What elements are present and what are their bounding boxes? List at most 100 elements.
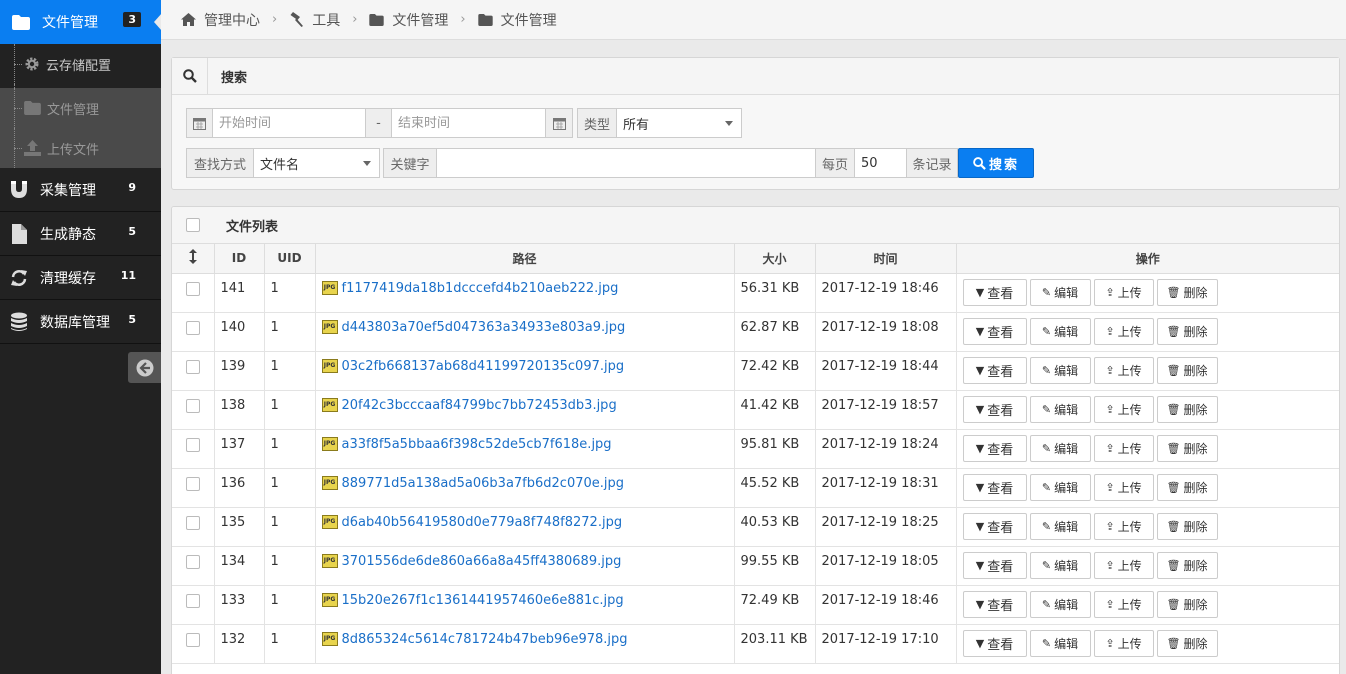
row-checkbox[interactable]: [172, 428, 215, 469]
delete-button[interactable]: 🗑 删除: [1156, 551, 1218, 579]
delete-button[interactable]: 🗑 删除: [1156, 590, 1218, 618]
file-link[interactable]: 8d865324c5614c781724b47beb96e978.jpg: [342, 632, 628, 647]
upload-button[interactable]: ⇪ 上传: [1093, 395, 1154, 423]
file-link[interactable]: f1177419da18b1dcccefd4b210aeb222.jpg: [342, 281, 619, 296]
row-checkbox[interactable]: [172, 272, 215, 313]
column-header-time[interactable]: 时间: [814, 244, 957, 274]
upload-button[interactable]: ⇪ 上传: [1093, 317, 1154, 345]
keyword-input[interactable]: [443, 155, 815, 171]
sidebar-item-file-manage[interactable]: 文件管理 3: [0, 0, 162, 44]
column-header-id[interactable]: ID: [213, 244, 265, 274]
sidebar-collapse-button[interactable]: [128, 352, 161, 383]
view-button[interactable]: ▼ 查看: [962, 551, 1027, 579]
table-row: 141 1 JPG f1177419da18b1dcccefd4b210aeb22…: [172, 272, 1339, 313]
jpg-file-icon: JPG: [321, 359, 338, 373]
sidebar-item-database[interactable]: 数据库管理 5: [0, 300, 161, 344]
file-link[interactable]: 15b20e267f1c1361441957460e6e881c.jpg: [342, 593, 624, 608]
per-page-field[interactable]: [855, 148, 907, 178]
sidebar-subitem-file-manage[interactable]: 文件管理: [0, 88, 161, 128]
delete-button[interactable]: 🗑 删除: [1156, 512, 1218, 540]
view-button[interactable]: ▼ 查看: [962, 278, 1027, 306]
upload-button[interactable]: ⇪ 上传: [1093, 356, 1154, 384]
row-checkbox[interactable]: [172, 467, 215, 508]
select-all-checkbox[interactable]: [172, 207, 214, 243]
row-checkbox[interactable]: [172, 623, 215, 664]
breadcrumb-tools[interactable]: 工具: [289, 10, 340, 30]
delete-button[interactable]: 🗑 删除: [1156, 395, 1218, 423]
upload-button[interactable]: ⇪ 上传: [1093, 434, 1154, 462]
delete-button[interactable]: 🗑 删除: [1156, 629, 1218, 657]
sidebar-item-clear-cache[interactable]: 清理缓存 11: [0, 256, 161, 300]
view-button[interactable]: ▼ 查看: [962, 395, 1027, 423]
breadcrumb-file-manage[interactable]: 文件管理: [369, 10, 448, 30]
keyword-field[interactable]: [437, 148, 816, 178]
sort-icon[interactable]: [172, 244, 215, 274]
upload-button[interactable]: ⇪ 上传: [1093, 473, 1154, 501]
upload-button[interactable]: ⇪ 上传: [1093, 278, 1154, 306]
view-button[interactable]: ▼ 查看: [962, 473, 1027, 501]
calendar-icon[interactable]: [546, 108, 573, 138]
view-button[interactable]: ▼ 查看: [962, 317, 1027, 345]
view-button[interactable]: ▼ 查看: [962, 629, 1027, 657]
upload-button-label: 上传: [1117, 597, 1142, 612]
upload-button[interactable]: ⇪ 上传: [1093, 590, 1154, 618]
view-button[interactable]: ▼ 查看: [962, 590, 1027, 618]
edit-button[interactable]: ✎ 编辑: [1029, 590, 1091, 618]
row-checkbox[interactable]: [172, 389, 215, 430]
delete-button[interactable]: 🗑 删除: [1156, 278, 1218, 306]
view-button-label: 查看: [987, 442, 1014, 458]
file-link[interactable]: a33f8f5a5bbaa6f398c52de5cb7f618e.jpg: [342, 437, 612, 452]
search-method-select[interactable]: 文件名: [254, 148, 380, 178]
upload-button[interactable]: ⇪ 上传: [1093, 629, 1154, 657]
view-button[interactable]: ▼ 查看: [962, 434, 1027, 462]
delete-button[interactable]: 🗑 删除: [1156, 356, 1218, 384]
row-checkbox[interactable]: [172, 311, 215, 352]
delete-button[interactable]: 🗑 删除: [1156, 473, 1218, 501]
file-link[interactable]: 889771d5a138ad5a06b3a7fb6d2c070e.jpg: [342, 476, 625, 491]
row-checkbox[interactable]: [172, 584, 215, 625]
per-page-input[interactable]: [861, 155, 906, 171]
end-time-input[interactable]: [398, 115, 545, 131]
column-header-path[interactable]: 路径: [314, 244, 735, 274]
file-link[interactable]: 3701556de6de860a66a8a45ff4380689.jpg: [342, 554, 622, 569]
upload-button[interactable]: ⇪ 上传: [1093, 551, 1154, 579]
jpg-file-icon: JPG: [321, 554, 338, 568]
file-link[interactable]: 03c2fb668137ab68d41199720135c097.jpg: [342, 359, 625, 374]
row-checkbox[interactable]: [172, 545, 215, 586]
end-time-field[interactable]: [392, 108, 546, 138]
sidebar-subitem-cloud-storage[interactable]: 云存储配置: [0, 44, 161, 84]
type-select[interactable]: 所有: [617, 108, 742, 138]
edit-button[interactable]: ✎ 编辑: [1029, 512, 1091, 540]
view-button[interactable]: ▼ 查看: [962, 356, 1027, 384]
edit-button[interactable]: ✎ 编辑: [1029, 434, 1091, 462]
file-link[interactable]: d6ab40b56419580d0e779a8f748f8272.jpg: [342, 515, 623, 530]
start-time-input[interactable]: [219, 115, 365, 131]
breadcrumb-home[interactable]: 管理中心: [181, 10, 260, 30]
search-button[interactable]: 搜索: [958, 148, 1034, 178]
edit-button[interactable]: ✎ 编辑: [1029, 473, 1091, 501]
upload-button[interactable]: ⇪ 上传: [1093, 512, 1154, 540]
edit-button[interactable]: ✎ 编辑: [1029, 356, 1091, 384]
sidebar-item-collect[interactable]: 采集管理 9: [0, 168, 161, 212]
row-checkbox[interactable]: [172, 506, 215, 547]
column-header-size[interactable]: 大小: [733, 244, 816, 274]
delete-button[interactable]: 🗑 删除: [1156, 434, 1218, 462]
sidebar-subitem-upload[interactable]: 上传文件: [0, 128, 161, 168]
edit-icon: ✎: [1041, 285, 1052, 299]
delete-button[interactable]: 🗑 删除: [1156, 317, 1218, 345]
file-link[interactable]: 20f42c3bcccaaf84799bc7bb72453db3.jpg: [342, 398, 617, 413]
file-link[interactable]: d443803a70ef5d047363a34933e803a9.jpg: [342, 320, 626, 335]
edit-button[interactable]: ✎ 编辑: [1029, 278, 1091, 306]
cell-size: 41.42 KB: [733, 389, 816, 430]
file-list-header: 文件列表: [172, 207, 1339, 244]
sidebar-item-static[interactable]: 生成静态 5: [0, 212, 161, 256]
column-header-uid[interactable]: UID: [263, 244, 316, 274]
edit-button[interactable]: ✎ 编辑: [1029, 317, 1091, 345]
view-button[interactable]: ▼ 查看: [962, 512, 1027, 540]
row-checkbox[interactable]: [172, 350, 215, 391]
calendar-icon[interactable]: [186, 108, 213, 138]
edit-button[interactable]: ✎ 编辑: [1029, 395, 1091, 423]
start-time-field[interactable]: [213, 108, 366, 138]
edit-button[interactable]: ✎ 编辑: [1029, 629, 1091, 657]
edit-button[interactable]: ✎ 编辑: [1029, 551, 1091, 579]
